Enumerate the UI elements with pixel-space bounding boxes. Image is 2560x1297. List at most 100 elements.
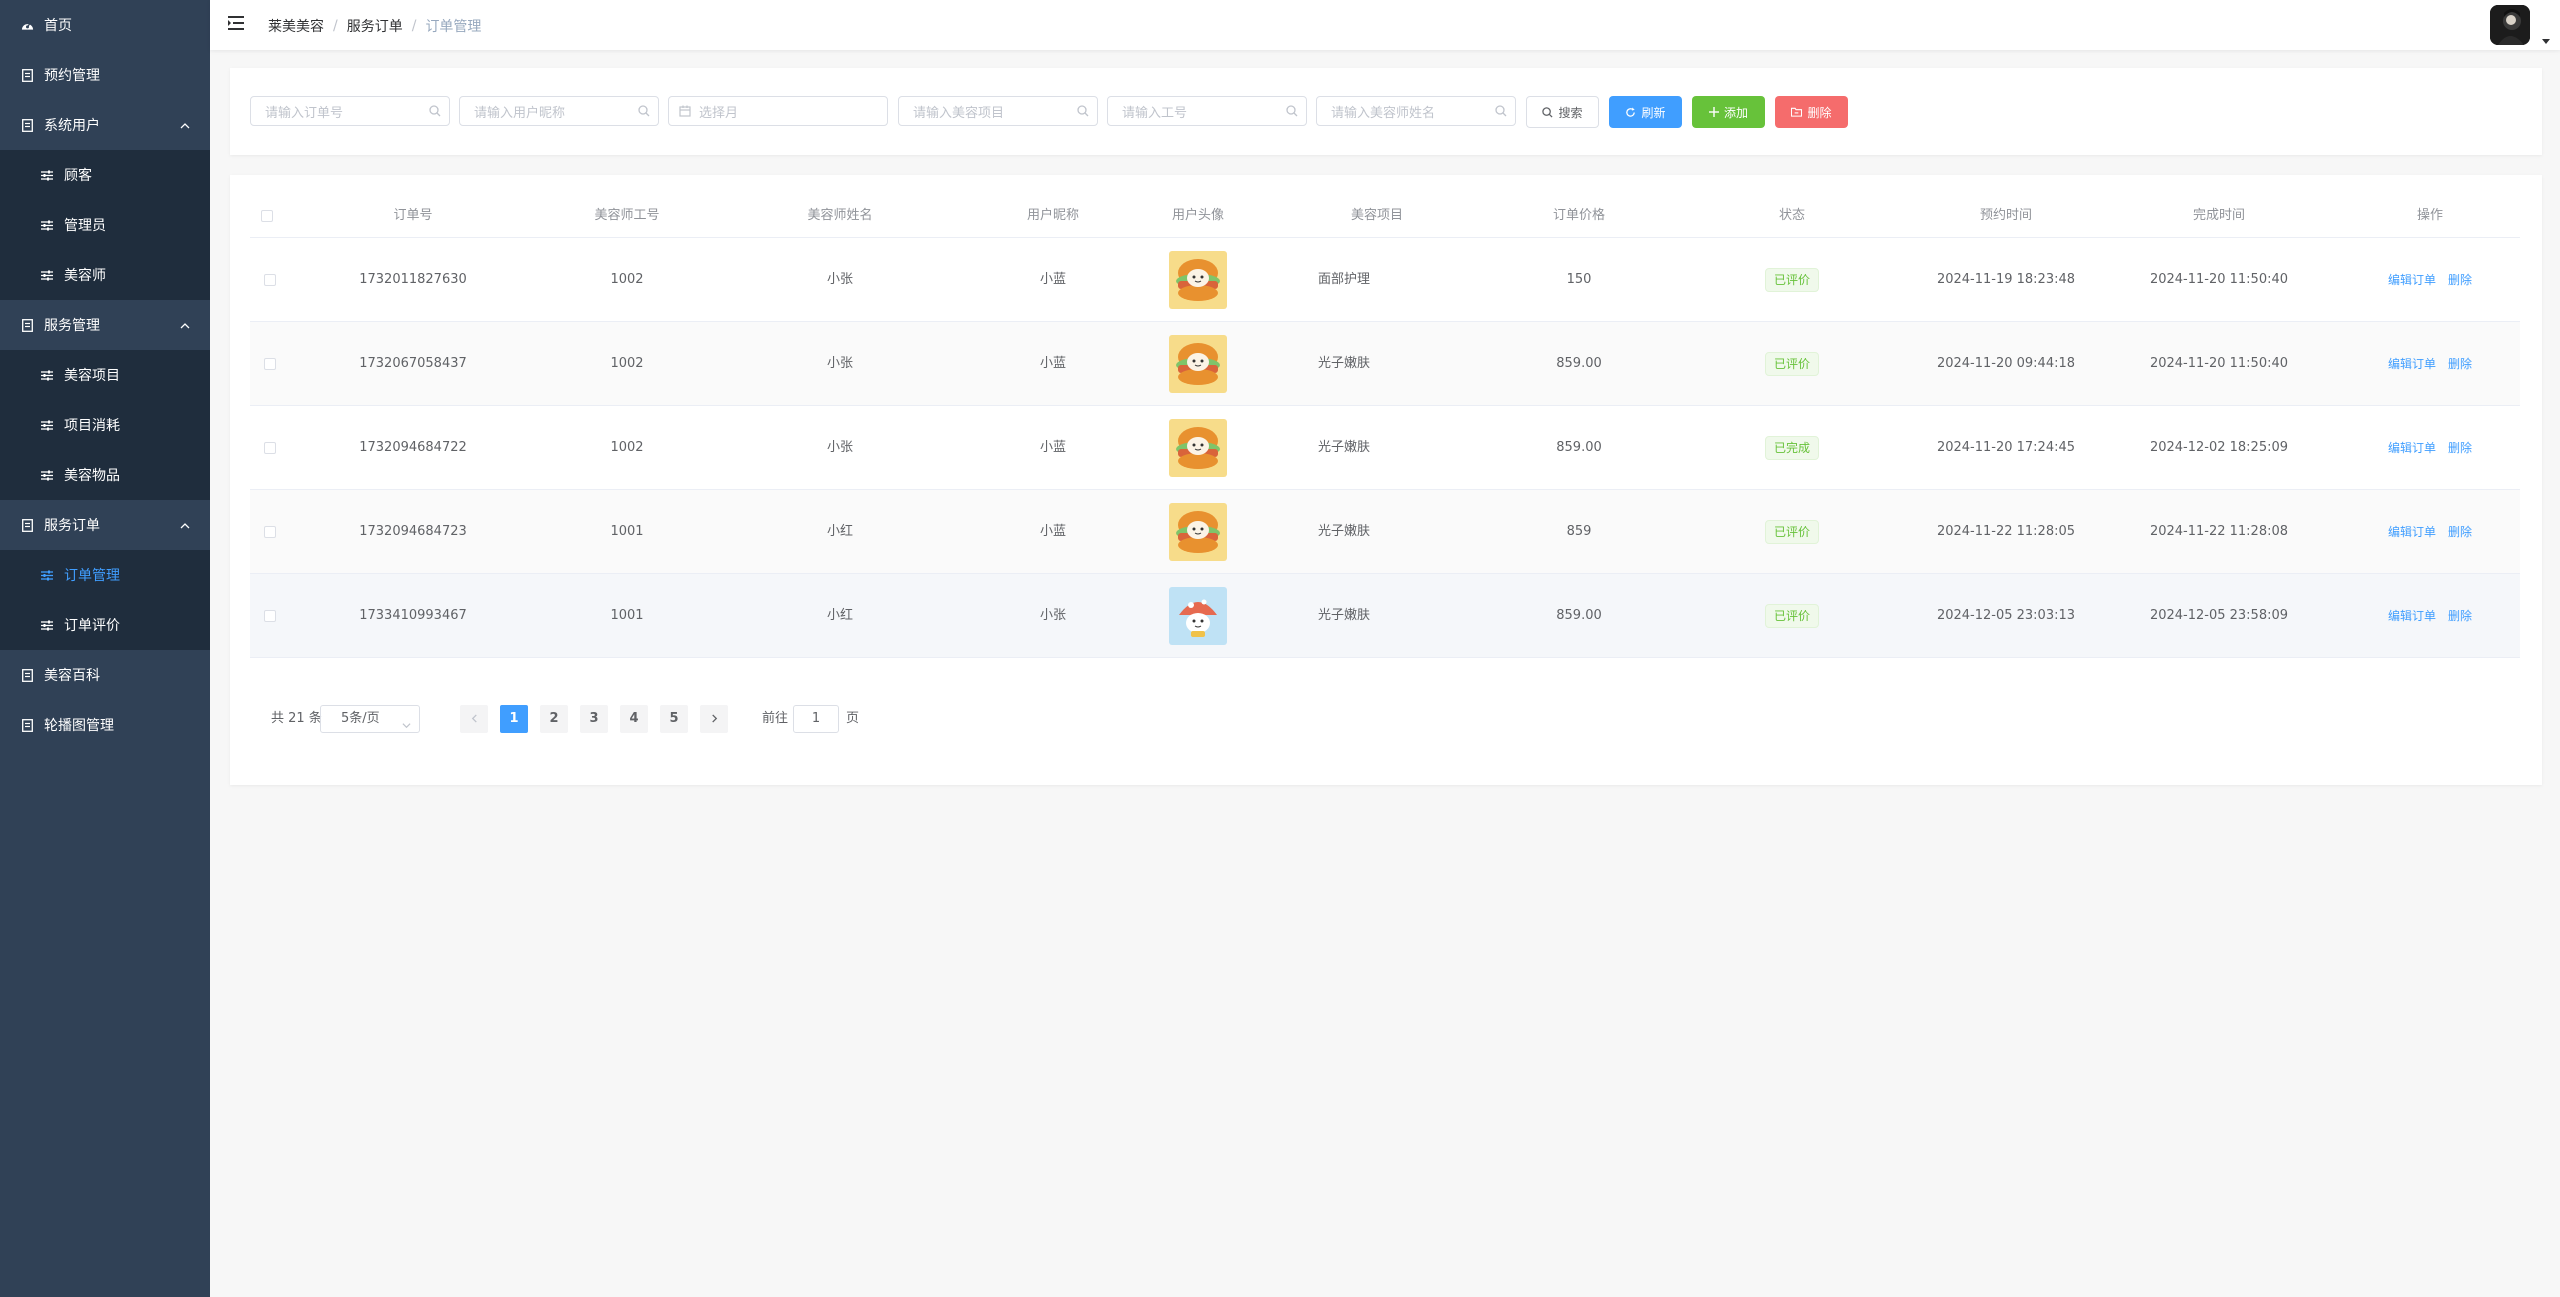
sidebar-item-1[interactable]: 预约管理 (0, 50, 210, 100)
sidebar-item-5[interactable]: 美容师 (0, 250, 210, 300)
page-button-3[interactable]: 3 (580, 705, 608, 733)
refresh-button-label: 刷新 (1641, 105, 1666, 120)
delete-order-link[interactable]: 删除 (2448, 609, 2472, 623)
column-header: 预约时间 (1979, 208, 2032, 223)
add-button-label: 添加 (1723, 105, 1748, 120)
user-avatar-image[interactable] (1169, 503, 1227, 561)
document-icon (20, 668, 34, 682)
delete-button[interactable]: 删除 (1775, 96, 1848, 128)
cell-price: 859.00 (1556, 608, 1602, 623)
column-header: 美容项目 (1350, 208, 1403, 223)
sidebar-item-label: 美容百科 (44, 668, 100, 684)
sliders-icon (40, 168, 54, 182)
goto-page-input[interactable]: 1 (793, 705, 839, 733)
beautician-input[interactable]: 请输入美容师姓名 (1316, 96, 1516, 126)
sliders-icon (40, 268, 54, 282)
nickname-placeholder: 请输入用户昵称 (474, 105, 566, 121)
select-all-checkbox[interactable] (261, 210, 273, 222)
prev-page-button[interactable] (460, 705, 488, 733)
menu-toggle-icon[interactable] (228, 15, 246, 35)
cell-appointment-time: 2024-11-20 09:44:18 (1936, 356, 2076, 371)
edit-order-link[interactable]: 编辑订单 (2388, 273, 2436, 287)
delete-order-link[interactable]: 删除 (2448, 525, 2472, 539)
project-input[interactable]: 请输入美容项目 (898, 96, 1098, 126)
breadcrumb-separator: / (411, 18, 417, 34)
order-table: 订单号 美容师工号 美容师姓名 用户昵称 用户头像 美容项目 订单价格 状态 预约时间 完成时间操… (250, 195, 2520, 658)
sidebar-item-9[interactable]: 美容物品 (0, 450, 210, 500)
row-checkbox[interactable] (264, 610, 276, 622)
search-icon (1077, 105, 1089, 121)
sidebar-item-label: 美容项目 (64, 368, 120, 384)
sidebar-item-6[interactable]: 服务管理 (0, 300, 210, 350)
user-avatar[interactable] (2490, 5, 2530, 45)
cell-beautician: 小张 (826, 272, 853, 287)
sidebar-item-14[interactable]: 轮播图管理 (0, 700, 210, 750)
table-header: 订单号 美容师工号 美容师姓名 用户昵称 用户头像 美容项目 订单价格 状态 预约时间 完成时间操… (250, 195, 2520, 238)
cell-finished-time: 2024-11-20 11:50:40 (2149, 272, 2289, 287)
sidebar-item-2[interactable]: 系统用户 (0, 100, 210, 150)
table-row[interactable]: 1732067058437 1002 小张 小蓝 光子嫩肤 859.00 已评价 2024-1… (250, 322, 2520, 406)
cell-project: 面部护理 (1318, 272, 1371, 287)
dashboard-icon (20, 18, 34, 32)
search-button[interactable]: 搜索 (1526, 96, 1599, 128)
sidebar-item-11[interactable]: 订单管理 (0, 550, 210, 600)
job-no-input[interactable]: 请输入工号 (1107, 96, 1307, 126)
row-checkbox[interactable] (264, 358, 276, 370)
edit-order-link[interactable]: 编辑订单 (2388, 525, 2436, 539)
sidebar-item-0[interactable]: 首页 (0, 0, 210, 50)
add-button[interactable]: 添加 (1692, 96, 1765, 128)
table-row[interactable]: 1733410993467 1001 小红 小张 光子嫩肤 859.00 已评价 2024-1… (250, 574, 2520, 658)
sliders-icon (40, 618, 54, 632)
user-avatar-image[interactable] (1169, 419, 1227, 477)
job-no-placeholder: 请输入工号 (1122, 105, 1188, 121)
order-no-placeholder: 请输入订单号 (265, 105, 344, 121)
cell-operations: 编辑订单 删除 (2330, 490, 2530, 574)
edit-order-link[interactable]: 编辑订单 (2388, 357, 2436, 371)
sidebar-item-3[interactable]: 顾客 (0, 150, 210, 200)
delete-order-link[interactable]: 删除 (2448, 441, 2472, 455)
breadcrumb-home[interactable]: 莱美美容 (268, 16, 324, 36)
nickname-input[interactable]: 请输入用户昵称 (459, 96, 659, 126)
cell-appointment-time: 2024-12-05 23:03:13 (1936, 608, 2076, 623)
search-panel: 请输入订单号 请输入用户昵称 选择月 请输入美容项目 请输入工号 请输入美容师姓… (230, 68, 2542, 155)
sidebar-item-12[interactable]: 订单评价 (0, 600, 210, 650)
refresh-button[interactable]: 刷新 (1609, 96, 1682, 128)
row-checkbox[interactable] (264, 274, 276, 286)
table-row[interactable]: 1732011827630 1002 小张 小蓝 面部护理 150 已评价 2024-11-1… (250, 238, 2520, 322)
delete-order-link[interactable]: 删除 (2448, 273, 2472, 287)
breadcrumb-service-order[interactable]: 服务订单 (347, 16, 403, 36)
page-button-4[interactable]: 4 (620, 705, 648, 733)
breadcrumb: 莱美美容 / 服务订单 / 订单管理 (268, 16, 481, 36)
order-no-input[interactable]: 请输入订单号 (250, 96, 450, 126)
sidebar-item-8[interactable]: 项目消耗 (0, 400, 210, 450)
sliders-icon (40, 468, 54, 482)
month-picker[interactable]: 选择月 (668, 96, 888, 126)
cell-status: 已评价 (1692, 490, 1892, 574)
row-checkbox[interactable] (264, 442, 276, 454)
table-row[interactable]: 1732094684723 1001 小红 小蓝 光子嫩肤 859 已评价 2024-11-2… (250, 490, 2520, 574)
user-avatar-image[interactable] (1169, 251, 1227, 309)
search-icon (1286, 105, 1298, 121)
page-size-select[interactable]: 5条/页 (320, 705, 420, 733)
page-button-1[interactable]: 1 (500, 705, 528, 733)
edit-order-link[interactable]: 编辑订单 (2388, 609, 2436, 623)
cell-operations: 编辑订单 删除 (2330, 574, 2530, 658)
delete-order-link[interactable]: 删除 (2448, 357, 2472, 371)
column-header: 美容师工号 (594, 208, 660, 223)
table-row[interactable]: 1732094684722 1002 小张 小蓝 光子嫩肤 859.00 已完成 2024-1… (250, 406, 2520, 490)
cell-job-no: 1002 (610, 440, 644, 455)
sidebar-item-4[interactable]: 管理员 (0, 200, 210, 250)
page-button-5[interactable]: 5 (660, 705, 688, 733)
row-checkbox[interactable] (264, 526, 276, 538)
search-icon (1495, 105, 1507, 121)
sidebar-item-13[interactable]: 美容百科 (0, 650, 210, 700)
next-page-button[interactable] (700, 705, 728, 733)
sidebar-item-7[interactable]: 美容项目 (0, 350, 210, 400)
order-table-panel: 订单号 美容师工号 美容师姓名 用户昵称 用户头像 美容项目 订单价格 状态 预约时间 完成时间操… (230, 175, 2542, 785)
edit-order-link[interactable]: 编辑订单 (2388, 441, 2436, 455)
caret-down-icon[interactable] (2542, 30, 2550, 49)
sidebar-item-10[interactable]: 服务订单 (0, 500, 210, 550)
user-avatar-image[interactable] (1169, 587, 1227, 645)
page-button-2[interactable]: 2 (540, 705, 568, 733)
user-avatar-image[interactable] (1169, 335, 1227, 393)
